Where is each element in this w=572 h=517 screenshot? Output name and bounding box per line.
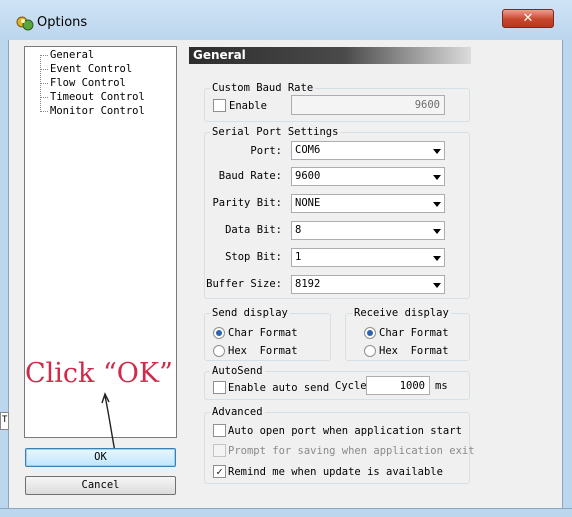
tree-item-general[interactable]: General [50,49,94,62]
parity-bit-select[interactable]: NONE [291,194,445,213]
receive-display-group-title: Receive display [352,307,451,320]
app-icon [16,16,34,31]
tree-item-monitor-control[interactable]: Monitor Control [50,105,145,118]
chevron-down-icon [433,175,441,180]
chevron-down-icon [433,283,441,288]
send-char-format-radio[interactable] [213,327,225,339]
chevron-down-icon [433,256,441,261]
buffer-size-select[interactable]: 8192 [291,275,445,294]
stop-bit-value: 1 [295,251,302,263]
chevron-down-icon [433,149,441,154]
receive-char-format-radio[interactable] [364,327,376,339]
port-value: COM6 [295,144,321,156]
stop-bit-label: Stop Bit: [225,251,282,263]
window-frame-right [562,40,572,517]
close-button[interactable]: ✕ [502,9,554,28]
background-window-edge: T [0,412,9,430]
stop-bit-select[interactable]: 1 [291,248,445,267]
tree-item-flow-control[interactable]: Flow Control [50,77,126,90]
panel-header: General [189,47,471,64]
window-frame-left [0,40,9,517]
title-bar[interactable]: Options ✕ [0,0,572,40]
prompt-save-label: Prompt for saving when application exit [228,445,475,457]
receive-char-format-label: Char Format [379,327,449,339]
tree-item-timeout-control[interactable]: Timeout Control [50,91,145,104]
tree-connector [40,111,48,112]
baud-rate-label: Baud Rate: [218,170,282,182]
radio-selected-dot [367,330,373,336]
port-label: Port: [250,145,282,157]
cycle-label: Cycle [335,380,367,392]
window-title: Options [37,15,88,30]
custom-baud-enable-label: Enable [229,100,267,112]
cycle-unit-label: ms [435,380,448,392]
auto-open-port-label: Auto open port when application start [228,425,462,437]
chevron-down-icon [433,229,441,234]
serial-port-group-title: Serial Port Settings [210,126,341,139]
tree-connector [40,83,48,84]
tree-connector [40,97,48,98]
parity-bit-value: NONE [295,197,321,209]
tree-item-event-control[interactable]: Event Control [50,63,132,76]
buffer-size-label: Buffer Size: [206,278,282,290]
auto-open-port-checkbox[interactable] [213,424,226,437]
custom-baud-enable-checkbox[interactable] [213,99,226,112]
data-bit-select[interactable]: 8 [291,221,445,240]
checkmark-icon: ✓ [216,465,223,478]
receive-hex-format-radio[interactable] [364,345,376,357]
cancel-button[interactable]: Cancel [25,476,176,495]
radio-selected-dot [216,330,222,336]
prompt-save-checkbox [213,444,226,457]
custom-baud-input[interactable]: 9600 [291,95,445,115]
ok-button[interactable]: OK [25,448,176,467]
data-bit-value: 8 [295,224,302,236]
window-frame-bottom [0,508,572,517]
remind-update-label: Remind me when update is available [228,466,443,478]
advanced-group-title: Advanced [210,406,265,419]
tree-connector [40,55,48,56]
autosend-enable-label: Enable auto send [228,382,330,394]
receive-hex-format-label: Hex Format [379,345,449,357]
send-hex-format-label: Hex Format [228,345,298,357]
baud-rate-select[interactable]: 9600 [291,167,445,186]
remind-update-checkbox[interactable]: ✓ [213,465,226,478]
baud-rate-value: 9600 [295,170,321,182]
tree-connector [40,69,48,70]
port-select[interactable]: COM6 [291,141,445,160]
send-char-format-label: Char Format [228,327,298,339]
buffer-size-value: 8192 [295,278,321,290]
custom-baud-group-title: Custom Baud Rate [210,82,316,95]
parity-bit-label: Parity Bit: [212,197,282,209]
close-icon: ✕ [522,11,534,26]
send-display-group-title: Send display [210,307,290,320]
chevron-down-icon [433,202,441,207]
autosend-group-title: AutoSend [210,365,265,378]
click-ok-annotation: Click “OK” [25,358,173,389]
cycle-input[interactable]: 1000 [366,376,430,395]
data-bit-label: Data Bit: [225,224,282,236]
autosend-enable-checkbox[interactable] [213,381,226,394]
send-hex-format-radio[interactable] [213,345,225,357]
